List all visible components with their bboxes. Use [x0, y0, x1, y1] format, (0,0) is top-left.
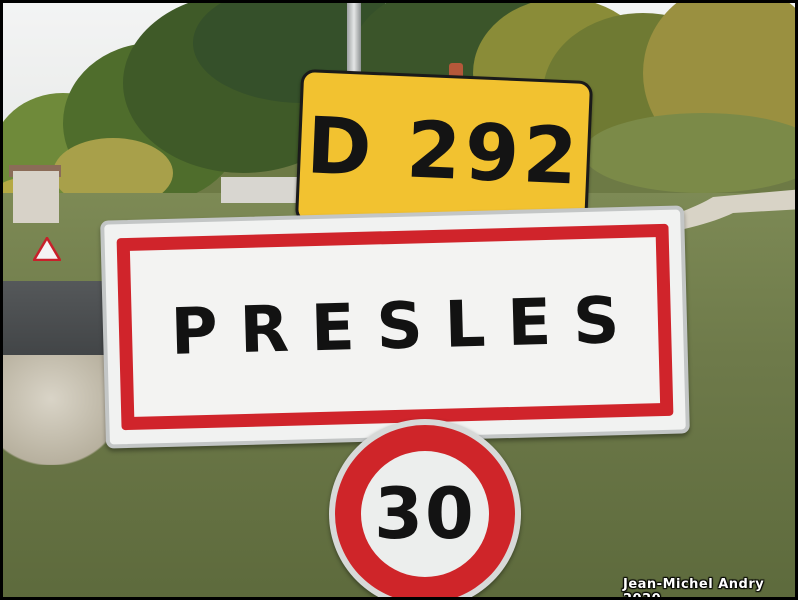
photo-credit: Jean-Michel Andry 2020	[623, 577, 765, 600]
town-sign-red-border: PRESLES	[116, 223, 674, 431]
stone-wall	[221, 177, 301, 203]
house	[13, 171, 59, 223]
speed-limit-ring: 30	[335, 425, 515, 597]
speed-limit-value: 30	[374, 473, 476, 555]
warning-sign-icon	[33, 237, 61, 261]
photo-scene: D 292 PRESLES 30 Jean-Michel Andry 2020	[0, 0, 798, 600]
town-entry-sign: PRESLES	[100, 205, 690, 449]
town-name-text: PRESLES	[169, 283, 643, 370]
road-number-text: D 292	[304, 101, 584, 203]
speed-limit-sign: 30	[329, 419, 521, 597]
